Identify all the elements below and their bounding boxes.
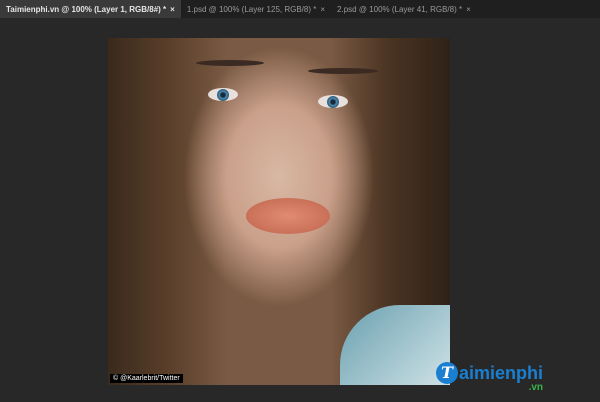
tab-2-psd[interactable]: 2.psd @ 100% (Layer 41, RGB/8) * × — [331, 0, 477, 18]
eyebrow — [196, 60, 264, 66]
document-canvas-photo[interactable]: © @Kaarlebrit/Twitter — [108, 38, 450, 385]
tab-label: 2.psd @ 100% (Layer 41, RGB/8) * — [337, 4, 463, 14]
tab-1-psd[interactable]: 1.psd @ 100% (Layer 125, RGB/8) * × — [181, 0, 331, 18]
tab-label: 1.psd @ 100% (Layer 125, RGB/8) * — [186, 4, 317, 14]
close-icon[interactable]: × — [320, 5, 325, 14]
logo-suffix: .vn — [528, 382, 544, 393]
shirt — [340, 305, 450, 385]
tab-taimienphi[interactable]: Taimienphi.vn @ 100% (Layer 1, RGB/8#) *… — [0, 0, 181, 18]
tab-label: Taimienphi.vn @ 100% (Layer 1, RGB/8#) * — [6, 4, 167, 14]
eye — [318, 95, 348, 108]
close-icon[interactable]: × — [170, 5, 175, 14]
eye — [208, 88, 238, 101]
logo-name: aimienphi — [459, 363, 544, 383]
watermark-logo: T aimienphi .vn — [436, 362, 544, 393]
logo-initial: T — [436, 362, 458, 384]
lips — [246, 198, 330, 234]
close-icon[interactable]: × — [466, 5, 471, 14]
photo-credit: © @Kaarlebrit/Twitter — [110, 374, 183, 383]
eyebrow — [308, 68, 378, 74]
document-tab-bar: Taimienphi.vn @ 100% (Layer 1, RGB/8#) *… — [0, 0, 600, 18]
